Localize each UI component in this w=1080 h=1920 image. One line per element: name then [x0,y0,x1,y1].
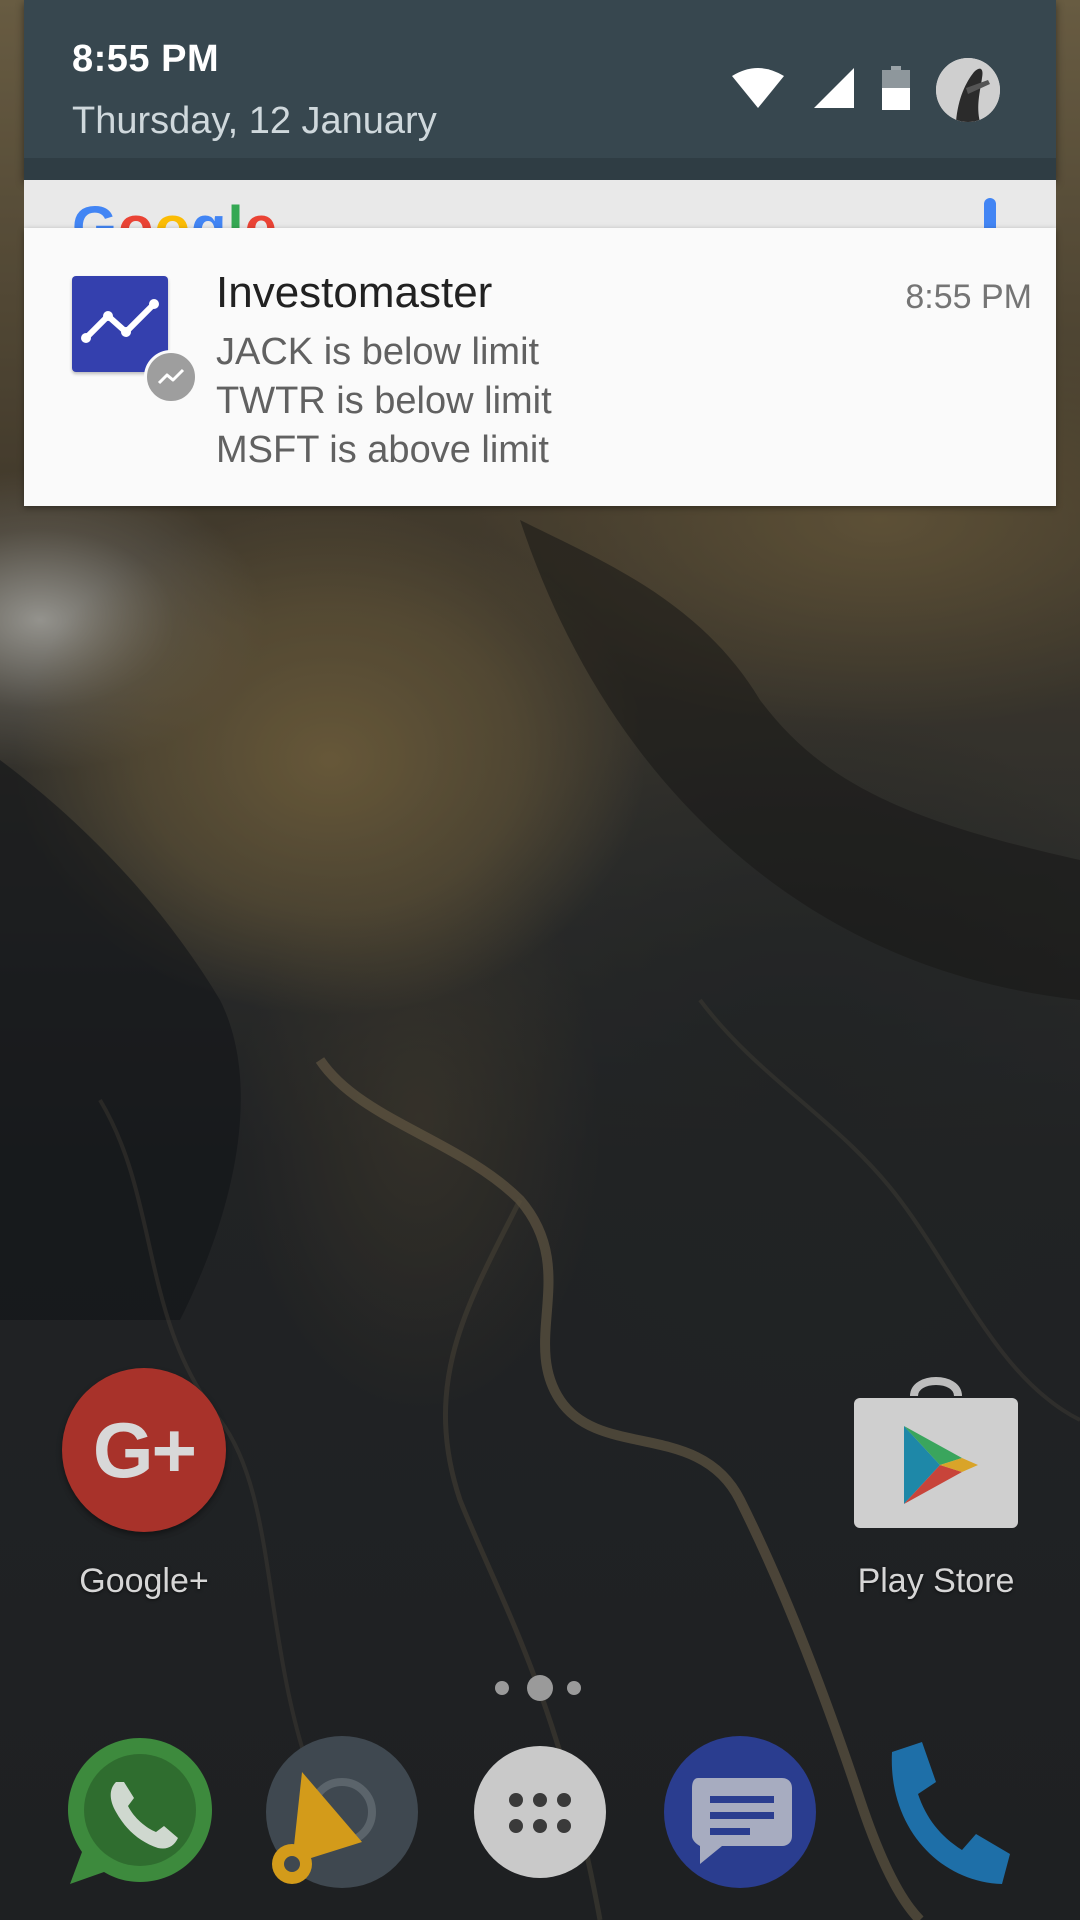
page-dot [567,1681,581,1695]
notification-card[interactable]: Investomaster 8:55 PM JACK is below limi… [24,228,1056,506]
notification-time: 8:55 PM [905,278,1032,316]
phone-icon [860,1742,1020,1896]
status-panel[interactable]: 8:55 PM Thursday, 12 January [24,0,1056,180]
google-logo: Google [72,195,278,228]
wifi-icon [730,66,786,115]
whatsapp-icon [60,1738,220,1896]
system-icons [730,58,1000,122]
notification-line: TWTR is below limit [216,380,552,422]
dock-app-drawer[interactable] [460,1732,620,1892]
panel-divider [24,158,1056,180]
trending-up-icon [144,350,198,404]
app-label: Play Store [857,1562,1015,1600]
page-dot [495,1681,509,1695]
notification-line: JACK is below limit [216,331,540,373]
mic-icon[interactable] [984,198,996,228]
dock-messages[interactable] [660,1732,820,1892]
status-date[interactable]: Thursday, 12 January [72,100,437,143]
play-store-icon [854,1368,1018,1532]
dock-media-player[interactable] [262,1732,422,1892]
app-play-store[interactable]: Play Store [836,1368,1036,1601]
notification-app-name: Investomaster [216,268,493,317]
notification-line: MSFT is above limit [216,429,549,471]
messages-icon [660,1736,820,1896]
page-dot-active [527,1675,553,1701]
google-search-bar[interactable]: Google [24,180,1056,228]
page-indicator [495,1675,585,1701]
app-google-plus[interactable]: G+ Google+ [44,1368,244,1601]
signal-icon [812,66,856,115]
battery-icon [882,65,910,115]
avatar[interactable] [936,58,1000,122]
status-time: 8:55 PM [72,38,220,80]
dock-phone[interactable] [860,1732,1020,1892]
notification-body: JACK is below limit TWTR is below limit … [216,328,552,475]
app-drawer-icon [460,1746,620,1896]
app-label: Google+ [79,1562,209,1600]
media-player-icon [262,1736,422,1896]
dock-whatsapp[interactable] [60,1732,220,1892]
google-plus-icon: G+ [62,1368,226,1532]
